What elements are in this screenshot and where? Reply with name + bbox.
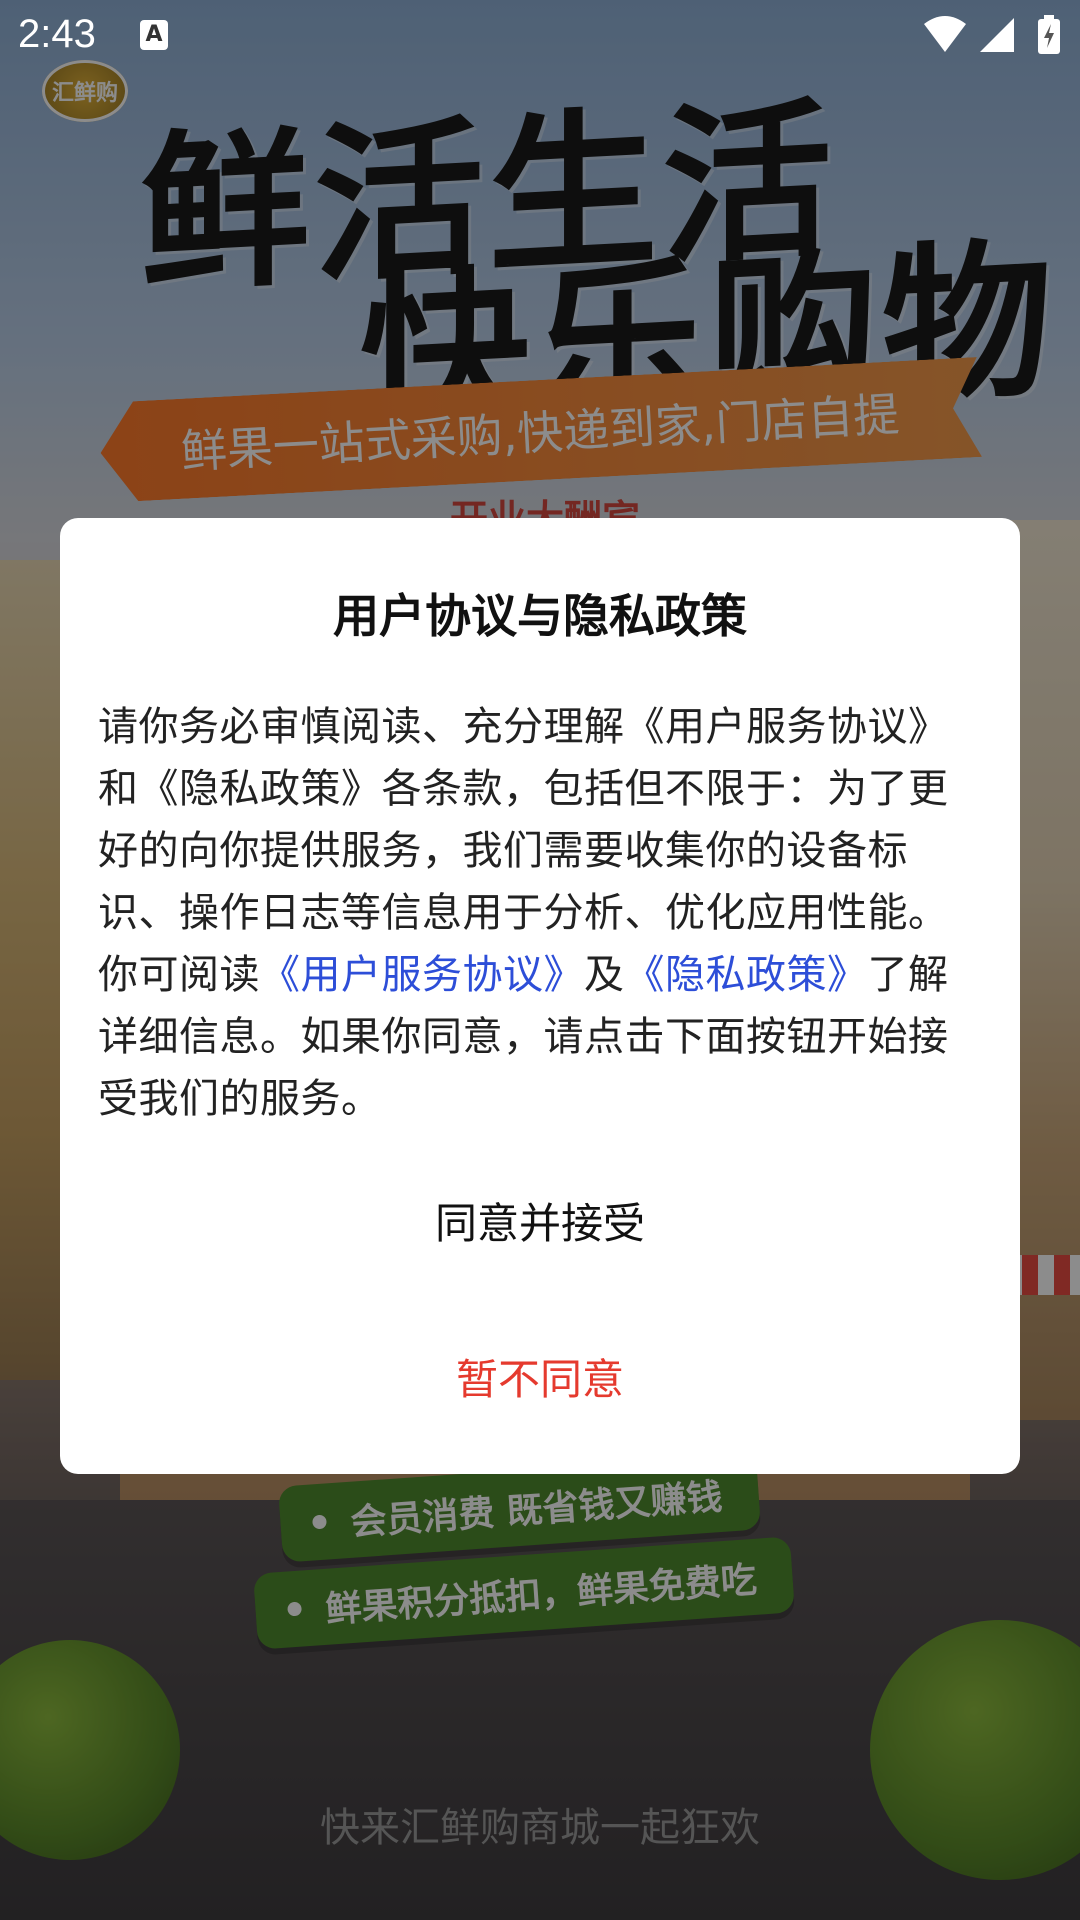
- decline-button[interactable]: 暂不同意: [60, 1346, 1020, 1407]
- privacy-dialog: 用户协议与隐私政策 请你务必审慎阅读、充分理解《用户服务协议》和《隐私政策》各条…: [60, 518, 1020, 1474]
- privacy-link[interactable]: 《隐私政策》: [625, 952, 868, 998]
- cellular-signal-icon: [980, 18, 1014, 52]
- accept-button[interactable]: 同意并接受: [60, 1190, 1020, 1251]
- status-bar: 2:43 A: [0, 0, 1080, 72]
- status-time: 2:43: [18, 12, 96, 56]
- a-text-icon: A: [140, 20, 168, 50]
- dialog-body: 请你务必审慎阅读、充分理解《用户服务协议》和《隐私政策》各条款，包括但不限于：为…: [98, 696, 982, 1130]
- wifi-icon: [924, 16, 966, 52]
- dialog-title: 用户协议与隐私政策: [333, 589, 747, 643]
- body-text-and: 及: [584, 952, 625, 998]
- battery-charging-icon: [1038, 15, 1060, 54]
- terms-link[interactable]: 《用户服务协议》: [260, 952, 584, 998]
